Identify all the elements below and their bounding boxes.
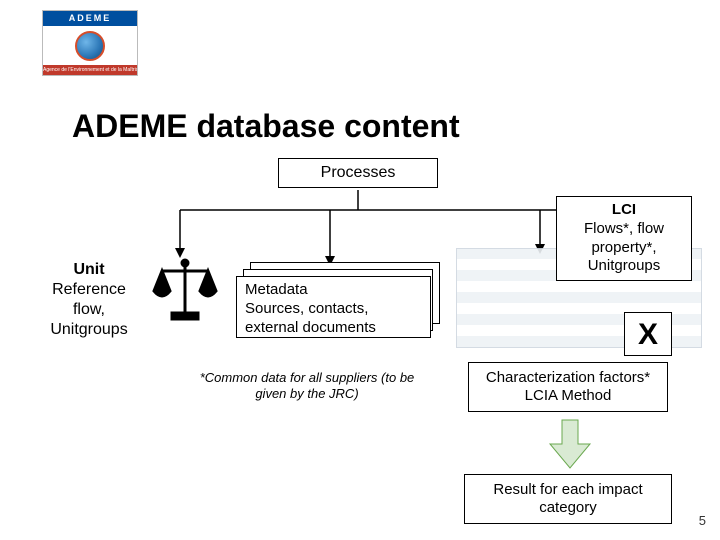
multiply-x-box: X <box>624 312 672 356</box>
metadata-line1: Metadata <box>245 281 422 300</box>
metadata-line2: Sources, contacts, external documents <box>245 300 422 338</box>
result-box: Result for each impact category <box>464 474 672 524</box>
page-number: 5 <box>699 513 706 528</box>
lci-box: LCI Flows*, flow property*, Unitgroups <box>556 196 692 281</box>
logo-tagline: Agence de l'Environnement et de la Maîtr… <box>43 65 137 75</box>
lci-body: Flows*, flow property*, Unitgroups <box>559 220 689 276</box>
unit-block: Unit Reference flow, Unitgroups <box>34 260 144 340</box>
scales-icon <box>150 255 220 325</box>
characterization-factors-box: Characterization factors* LCIA Method <box>468 362 668 412</box>
logo-globe-wrap <box>43 26 137 65</box>
unit-body: Reference flow, Unitgroups <box>34 280 144 340</box>
unit-heading: Unit <box>34 260 144 280</box>
charf-line2: LCIA Method <box>475 387 661 405</box>
footnote: *Common data for all suppliers (to be gi… <box>190 370 424 403</box>
lci-heading: LCI <box>559 201 689 220</box>
page-title: ADEME database content <box>72 108 460 145</box>
slide: ADEME Agence de l'Environnement et de la… <box>0 0 720 540</box>
arrow-down-icon <box>548 418 592 475</box>
logo-brand: ADEME <box>43 11 137 26</box>
processes-box: Processes <box>278 158 438 188</box>
ademe-logo: ADEME Agence de l'Environnement et de la… <box>42 10 138 76</box>
metadata-front: Metadata Sources, contacts, external doc… <box>236 276 431 338</box>
globe-icon <box>75 31 105 61</box>
charf-line1: Characterization factors* <box>475 369 661 387</box>
